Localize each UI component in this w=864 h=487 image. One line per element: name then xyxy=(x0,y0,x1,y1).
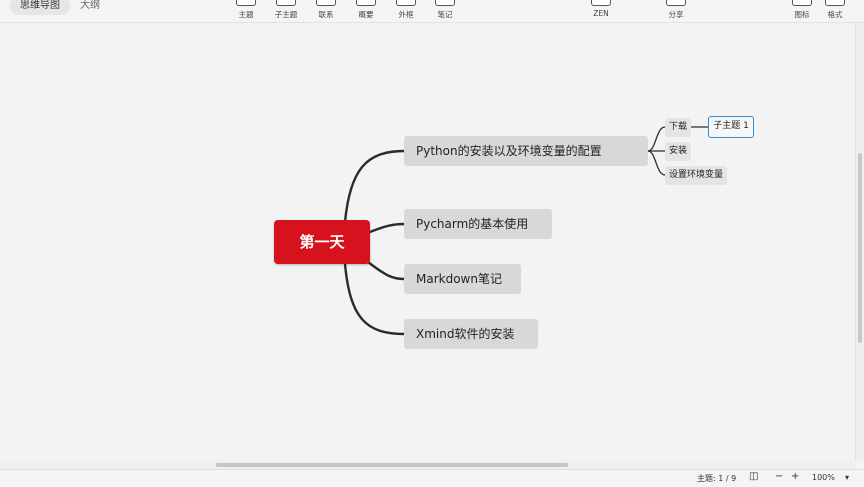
zoom-level[interactable]: 100% xyxy=(812,473,835,482)
zoom-dropdown-icon[interactable]: ▾ xyxy=(845,473,849,482)
horizontal-scroll-thumb[interactable] xyxy=(216,463,568,467)
subtopic-download[interactable]: 下载 xyxy=(665,118,692,137)
subtopic-selected[interactable]: 子主题 1 xyxy=(708,116,754,138)
horizontal-scrollbar[interactable] xyxy=(0,461,856,469)
vertical-scrollbar[interactable] xyxy=(855,23,864,461)
connector-topic-4 xyxy=(343,262,406,336)
connector-sub-env xyxy=(647,150,666,176)
map-icon[interactable]: ◫ xyxy=(749,471,758,482)
status-bar: 主题: 1 / 9 ◫ − + 100% ▾ xyxy=(0,469,864,487)
topic-count: 主题: 1 / 9 xyxy=(697,474,737,483)
zoom-out-button[interactable]: − xyxy=(775,471,783,482)
main-topic-pycharm[interactable]: Pycharm的基本使用 xyxy=(404,209,552,239)
connector-topic-2 xyxy=(368,222,406,234)
zoom-in-button[interactable]: + xyxy=(791,471,799,482)
main-topic-xmind[interactable]: Xmind软件的安装 xyxy=(404,319,538,349)
connector-sub-download xyxy=(647,126,666,152)
connector-lines xyxy=(343,126,709,336)
vertical-scroll-thumb[interactable] xyxy=(858,153,862,343)
subtopic-install[interactable]: 安装 xyxy=(665,142,692,161)
central-topic[interactable]: 第一天 xyxy=(274,220,370,264)
subtopic-set-env[interactable]: 设置环境变量 xyxy=(665,166,728,185)
connector-topic-3 xyxy=(366,260,406,281)
connector-topic-1 xyxy=(343,149,406,224)
main-topic-python[interactable]: Python的安装以及环境变量的配置 xyxy=(404,136,648,166)
main-topic-markdown[interactable]: Markdown笔记 xyxy=(404,264,521,294)
